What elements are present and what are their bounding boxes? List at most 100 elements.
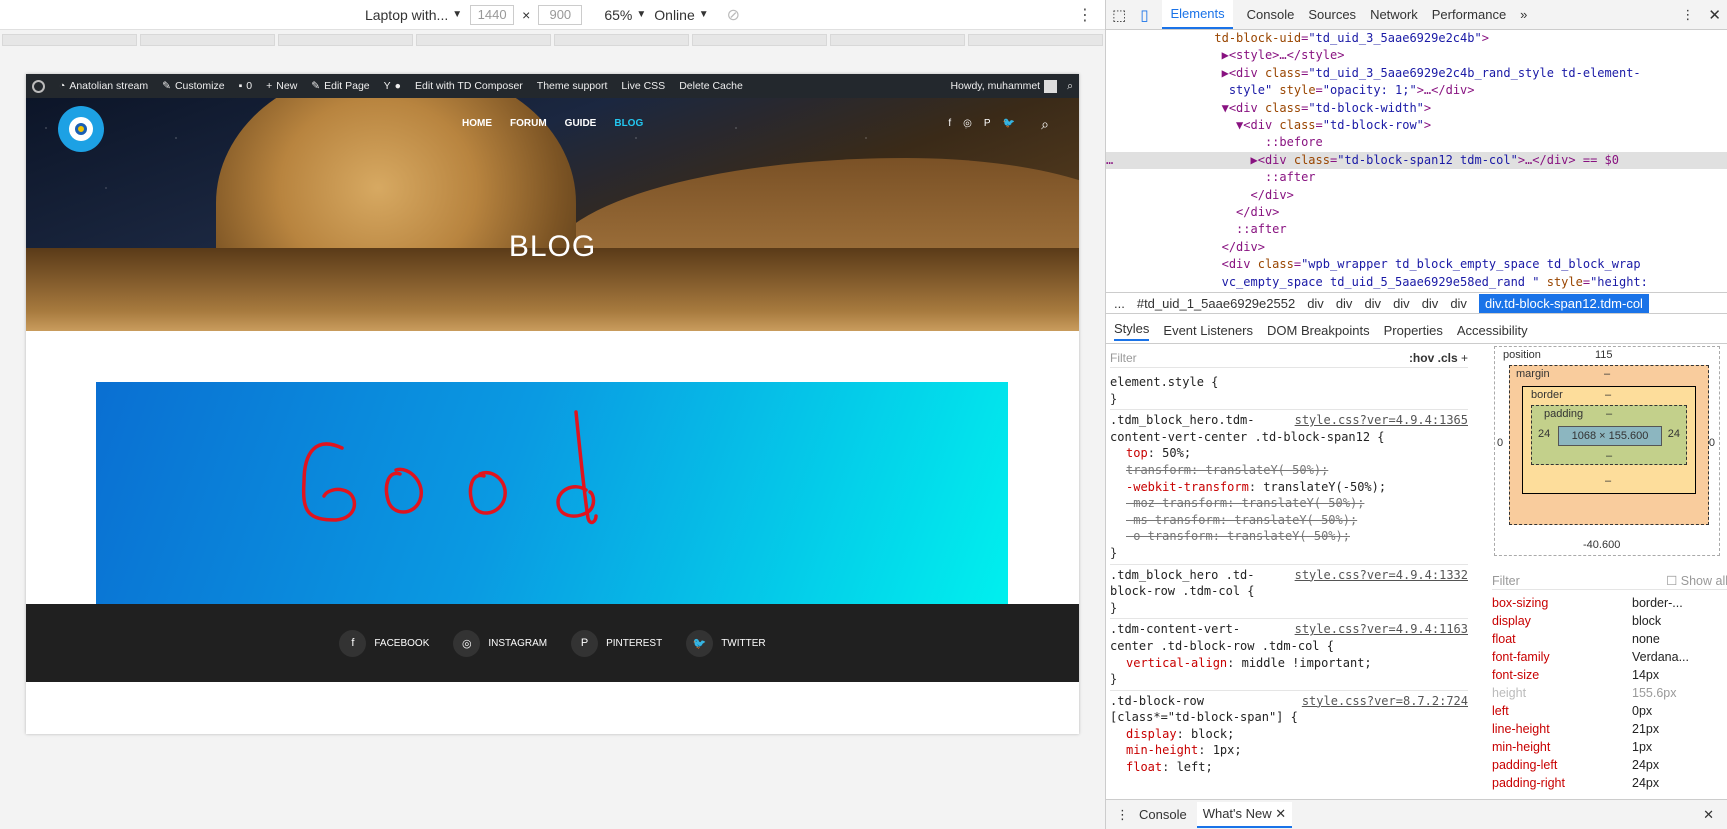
tab-performance[interactable]: Performance (1432, 1, 1506, 28)
dom-node[interactable]: </div> (1106, 239, 1727, 256)
breadcrumb-item[interactable]: div (1336, 296, 1353, 311)
twitter-icon[interactable]: 🐦 (1003, 118, 1015, 129)
dom-node[interactable]: vc_empty_space td_uid_5_5aae6929e58ed_ra… (1106, 274, 1727, 291)
dom-node[interactable]: ▶<style>…</style> (1106, 47, 1727, 64)
dom-node[interactable]: ::after (1106, 169, 1727, 186)
device-toggle-icon[interactable]: ▯ (1140, 6, 1148, 24)
computed-row[interactable]: min-height 1px (1492, 738, 1727, 756)
drawer-tab-whats-new[interactable]: What's New ✕ (1196, 801, 1293, 828)
computed-row[interactable]: left 0px (1492, 702, 1727, 720)
tab-event-listeners[interactable]: Event Listeners (1163, 323, 1253, 338)
dom-node[interactable]: ▶<div class="td_uid_3_5aae6929e2c4b_rand… (1106, 65, 1727, 82)
mq-segment[interactable] (968, 34, 1103, 46)
styles-filter-input[interactable]: Filter (1110, 350, 1137, 367)
plus-icon[interactable]: + (1461, 351, 1468, 365)
breadcrumb-item[interactable]: div (1364, 296, 1381, 311)
width-input[interactable]: 1440 (470, 4, 515, 25)
admin-td-composer-link[interactable]: Edit with TD Composer (415, 80, 523, 92)
tab-sources[interactable]: Sources (1308, 1, 1356, 28)
computed-row[interactable]: display block (1492, 612, 1727, 630)
more-options-icon[interactable]: ⋮ (1077, 5, 1093, 25)
admin-theme-support-link[interactable]: Theme support (537, 80, 608, 92)
close-icon[interactable]: ✕ (1275, 806, 1286, 821)
inspect-element-icon[interactable]: ⬚ (1112, 6, 1126, 24)
tab-styles[interactable]: Styles (1114, 321, 1150, 341)
search-icon[interactable]: ⌕ (1067, 80, 1073, 93)
site-logo[interactable] (58, 106, 104, 152)
mq-segment[interactable] (416, 34, 551, 46)
footer-twitter-link[interactable]: 🐦 TWITTER (686, 629, 766, 657)
dom-node[interactable]: ::before (1106, 134, 1727, 151)
computed-row[interactable]: font-family Verdana... (1492, 648, 1727, 666)
computed-row[interactable]: padding-left 24px (1492, 756, 1727, 774)
breadcrumb-item[interactable]: div (1307, 296, 1324, 311)
breadcrumb-item[interactable]: div (1450, 296, 1467, 311)
rule-source-link[interactable]: style.css?ver=8.7.2:724 (1302, 693, 1468, 710)
close-drawer-icon[interactable]: ✕ (1703, 807, 1714, 823)
rule-source-link[interactable]: style.css?ver=4.9.4:1332 (1295, 567, 1468, 584)
dom-node[interactable]: td-block-uid="td_uid_3_5aae6929e2c4b"> (1106, 30, 1727, 47)
show-all-checkbox[interactable]: ☐ Show all (1666, 573, 1727, 588)
tab-elements[interactable]: Elements (1162, 0, 1233, 29)
dom-node-selected[interactable]: … ▶<div class="td-block-span12 tdm-col">… (1106, 151, 1727, 170)
height-input[interactable]: 900 (538, 4, 583, 25)
zoom-select[interactable]: 65% ▼ (604, 7, 646, 23)
menu-item-forum[interactable]: FORUM (510, 118, 547, 129)
tab-console[interactable]: Console (1247, 1, 1295, 28)
cls-toggle[interactable]: .cls (1438, 351, 1458, 365)
menu-item-home[interactable]: HOME (462, 118, 492, 129)
footer-pinterest-link[interactable]: P PINTEREST (571, 629, 662, 657)
dom-node[interactable]: </div> (1106, 204, 1727, 221)
dom-node[interactable]: ::after (1106, 221, 1727, 238)
wordpress-icon[interactable] (32, 79, 45, 93)
mq-segment[interactable] (278, 34, 413, 46)
throttle-select[interactable]: Online ▼ (654, 7, 708, 23)
breadcrumb-item[interactable]: #td_uid_1_5aae6929e2552 (1137, 296, 1295, 311)
computed-row[interactable]: height 155.6px (1492, 684, 1727, 702)
facebook-icon[interactable]: f (948, 118, 951, 129)
footer-instagram-link[interactable]: ◎ INSTAGRAM (453, 629, 547, 657)
dom-node[interactable]: ▼<div class="td-block-row"> (1106, 117, 1727, 134)
dom-node[interactable]: <div class="wpb_wrapper td_block_empty_s… (1106, 256, 1727, 273)
search-icon[interactable]: ⌕ (1041, 116, 1049, 133)
dom-node[interactable]: style" style="opacity: 1;">…</div> (1106, 82, 1727, 99)
mq-segment[interactable] (2, 34, 137, 46)
admin-live-css-link[interactable]: Live CSS (621, 80, 665, 92)
breadcrumb-item[interactable]: div (1422, 296, 1439, 311)
breadcrumb-item[interactable]: div (1393, 296, 1410, 311)
admin-comments-link[interactable]: ▪ 0 (239, 80, 253, 92)
close-icon[interactable]: ✕ (1708, 6, 1721, 24)
admin-delete-cache-link[interactable]: Delete Cache (679, 80, 743, 92)
admin-yoast-link[interactable]: Y ● (384, 80, 401, 92)
computed-row[interactable]: line-height 21px (1492, 720, 1727, 738)
admin-account-link[interactable]: Howdy, muhammet (950, 79, 1058, 93)
mq-segment[interactable] (692, 34, 827, 46)
breadcrumb-item[interactable]: ... (1114, 296, 1125, 311)
more-tabs-icon[interactable]: » (1520, 7, 1527, 22)
drawer-tab-console[interactable]: Console (1139, 807, 1187, 822)
more-options-icon[interactable]: ⋮ (1681, 7, 1694, 23)
dom-node[interactable]: ▼<div class="td-block-width"> (1106, 100, 1727, 117)
tab-network[interactable]: Network (1370, 1, 1418, 28)
footer-facebook-link[interactable]: f FACEBOOK (339, 629, 429, 657)
admin-edit-page-link[interactable]: ✎ Edit Page (311, 80, 369, 92)
drawer-menu-icon[interactable]: ⋮ (1116, 807, 1129, 823)
computed-row[interactable]: box-sizing border-... (1492, 594, 1727, 612)
admin-site-link[interactable]: ◔ Anatolian stream (59, 80, 148, 92)
admin-new-link[interactable]: + New (266, 80, 297, 92)
device-select[interactable]: Laptop with... ▼ (365, 7, 462, 23)
rule-source-link[interactable]: style.css?ver=4.9.4:1365 (1295, 412, 1468, 429)
menu-item-blog[interactable]: BLOG (614, 118, 643, 129)
rule-source-link[interactable]: style.css?ver=4.9.4:1163 (1295, 621, 1468, 638)
media-query-bar[interactable] (0, 34, 1105, 46)
mq-segment[interactable] (830, 34, 965, 46)
computed-filter-input[interactable]: Filter (1492, 574, 1520, 588)
dom-node[interactable]: </div> (1106, 187, 1727, 204)
computed-row[interactable]: padding-right 24px (1492, 774, 1727, 792)
hov-toggle[interactable]: :hov (1409, 351, 1434, 365)
instagram-icon[interactable]: ◎ (963, 118, 972, 129)
tab-dom-breakpoints[interactable]: DOM Breakpoints (1267, 323, 1370, 338)
pinterest-icon[interactable]: P (984, 118, 991, 129)
mq-segment[interactable] (554, 34, 689, 46)
rotate-icon[interactable]: ⊘ (727, 5, 740, 25)
